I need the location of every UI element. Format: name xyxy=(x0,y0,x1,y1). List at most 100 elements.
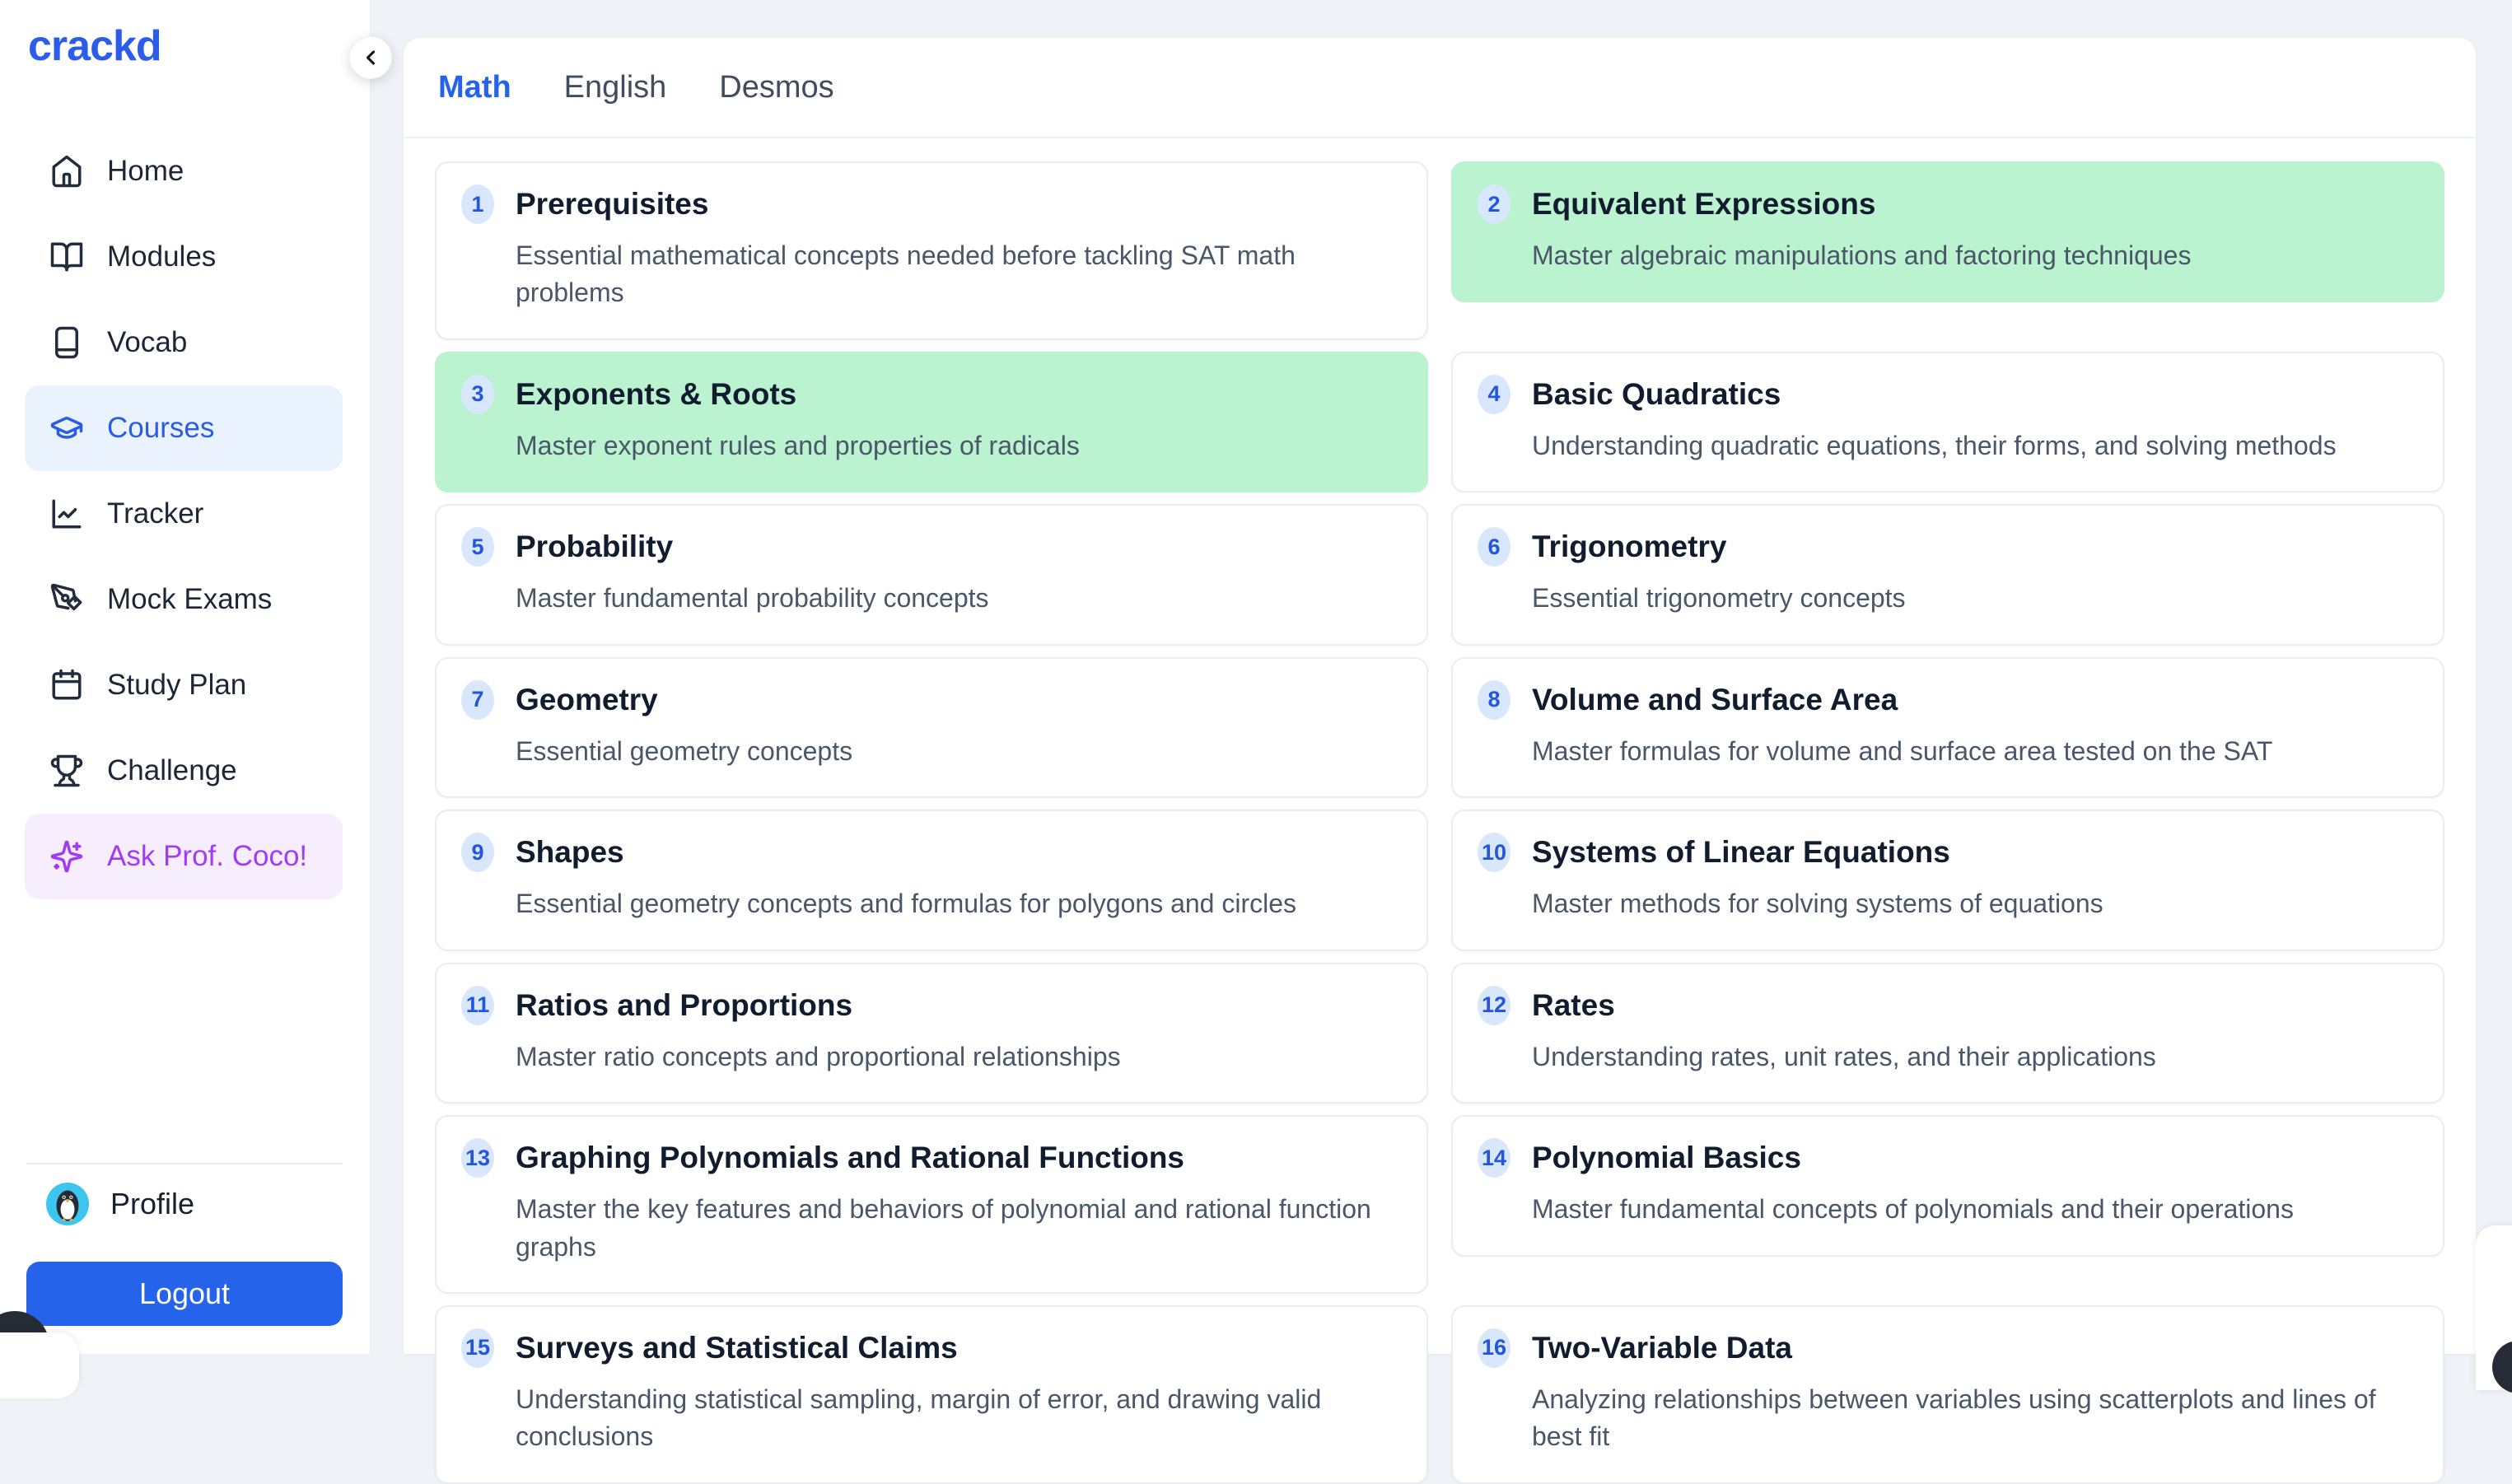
course-number-badge: 5 xyxy=(461,527,494,567)
course-title: Shapes xyxy=(516,835,624,870)
course-number-badge: 12 xyxy=(1478,986,1510,1025)
sidebar-item-challenge[interactable]: Challenge xyxy=(25,728,343,814)
course-card-5[interactable]: 5Probability Master fundamental probabil… xyxy=(435,504,1428,645)
course-card-13[interactable]: 13 Graphing Polynomials and Rational Func… xyxy=(435,1115,1428,1294)
course-title: Surveys and Statistical Claims xyxy=(516,1331,958,1365)
course-grid: 1Prerequisites Essential mathematical co… xyxy=(404,138,2476,1484)
course-card-1[interactable]: 1Prerequisites Essential mathematical co… xyxy=(435,161,1428,340)
course-card-14[interactable]: 14 Polynomial Basics Master fundamental c… xyxy=(1451,1115,2444,1256)
course-title: Two-Variable Data xyxy=(1532,1331,1792,1365)
course-title: Ratios and Proportions xyxy=(516,988,852,1023)
calendar-icon xyxy=(49,668,84,702)
tab-english[interactable]: English xyxy=(564,70,667,105)
course-description: Essential mathematical concepts needed b… xyxy=(516,237,1402,312)
course-number-badge: 15 xyxy=(461,1328,494,1368)
course-title: Graphing Polynomials and Rational Functi… xyxy=(516,1141,1184,1175)
course-title: Exponents & Roots xyxy=(516,377,796,412)
sidebar-collapse-button[interactable] xyxy=(349,36,392,79)
course-description: Master methods for solving systems of eq… xyxy=(1532,885,2418,922)
course-number-badge: 10 xyxy=(1478,833,1510,872)
app-logo: crackd xyxy=(28,21,161,71)
tab-desmos[interactable]: Desmos xyxy=(719,70,833,105)
sidebar-item-mock-exams[interactable]: Mock Exams xyxy=(25,557,343,642)
course-card-7[interactable]: 7 Geometry Essential geometry concepts xyxy=(435,657,1428,798)
sidebar-nav: Home Modules Vocab Courses Tracker xyxy=(25,128,343,899)
chevron-left-icon xyxy=(359,46,382,69)
profile-button[interactable]: Profile xyxy=(46,1182,194,1226)
sidebar-item-tracker[interactable]: Tracker xyxy=(25,471,343,557)
course-description: Essential geometry concepts xyxy=(516,733,1402,770)
chart-line-icon xyxy=(49,497,84,531)
course-title: Polynomial Basics xyxy=(1532,1141,1801,1175)
course-description: Master exponent rules and properties of … xyxy=(516,427,1402,464)
course-card-3[interactable]: 3 Exponents & Roots Master exponent rules… xyxy=(435,352,1428,492)
book-icon xyxy=(49,325,84,360)
pen-tool-icon xyxy=(49,582,84,617)
profile-label: Profile xyxy=(110,1187,194,1221)
course-number-badge: 11 xyxy=(461,986,494,1025)
course-title: Geometry xyxy=(516,683,658,717)
course-number-badge: 6 xyxy=(1478,527,1510,567)
logout-button[interactable]: Logout xyxy=(26,1262,343,1326)
course-card-11[interactable]: 11 Ratios and Proportions Master ratio co… xyxy=(435,963,1428,1104)
sidebar-item-label: Tracker xyxy=(107,497,203,530)
course-card-10[interactable]: 10 Systems of Linear Equations Master met… xyxy=(1451,810,2444,950)
course-title: Systems of Linear Equations xyxy=(1532,835,1950,870)
course-title: Basic Quadratics xyxy=(1532,377,1781,412)
course-card-12[interactable]: 12 Rates Understanding rates, unit rates,… xyxy=(1451,963,2444,1104)
course-number-badge: 2 xyxy=(1478,184,1510,224)
course-number-badge: 4 xyxy=(1478,375,1510,414)
sidebar-item-home[interactable]: Home xyxy=(25,128,343,214)
course-description: Essential trigonometry concepts xyxy=(1532,580,2418,617)
sidebar-item-label: Challenge xyxy=(107,754,237,787)
course-number-badge: 13 xyxy=(461,1138,494,1178)
course-number-badge: 8 xyxy=(1478,680,1510,720)
sidebar-item-vocab[interactable]: Vocab xyxy=(25,300,343,385)
course-card-6[interactable]: 6 Trigonometry Essential trigonometry con… xyxy=(1451,504,2444,645)
course-description: Understanding quadratic equations, their… xyxy=(1532,427,2418,464)
book-open-icon xyxy=(49,240,84,274)
trophy-icon xyxy=(49,754,84,788)
sidebar-item-modules[interactable]: Modules xyxy=(25,214,343,300)
course-title: Equivalent Expressions xyxy=(1532,187,1875,222)
course-card-16[interactable]: 16 Two-Variable Data Analyzing relationsh… xyxy=(1451,1305,2444,1484)
course-description: Master fundamental concepts of polynomia… xyxy=(1532,1191,2418,1228)
course-card-4[interactable]: 4 Basic Quadratics Understanding quadrati… xyxy=(1451,352,2444,492)
graduation-cap-icon xyxy=(49,411,84,446)
course-description: Master ratio concepts and proportional r… xyxy=(516,1038,1402,1076)
course-description: Master the key features and behaviors of… xyxy=(516,1191,1402,1266)
course-title: Volume and Surface Area xyxy=(1532,683,1898,717)
course-description: Master formulas for volume and surface a… xyxy=(1532,733,2418,770)
sidebar-item-label: Courses xyxy=(107,412,214,445)
sidebar-item-label: Modules xyxy=(107,240,216,273)
sidebar: crackd Home Modules Vocab Courses xyxy=(0,0,371,1354)
course-description: Master fundamental probability concepts xyxy=(516,580,1402,617)
tab-math[interactable]: Math xyxy=(438,70,511,105)
sidebar-item-study-plan[interactable]: Study Plan xyxy=(25,642,343,728)
sidebar-item-label: Home xyxy=(107,155,184,188)
sidebar-item-ask-prof-coco[interactable]: Ask Prof. Coco! xyxy=(25,814,343,899)
sidebar-item-label: Study Plan xyxy=(107,669,246,702)
course-number-badge: 7 xyxy=(461,680,494,720)
course-card-9[interactable]: 9Shapes Essential geometry concepts and … xyxy=(435,810,1428,950)
subject-tabs: Math English Desmos xyxy=(404,38,2476,138)
sidebar-divider xyxy=(26,1163,343,1164)
sidebar-item-label: Vocab xyxy=(107,326,187,359)
course-title: Trigonometry xyxy=(1532,530,1726,564)
course-description: Understanding rates, unit rates, and the… xyxy=(1532,1038,2418,1076)
sidebar-item-label: Ask Prof. Coco! xyxy=(107,840,307,873)
course-number-badge: 3 xyxy=(461,375,494,414)
course-card-15[interactable]: 15Surveys and Statistical Claims Underst… xyxy=(435,1305,1428,1484)
course-card-8[interactable]: 8 Volume and Surface Area Master formulas… xyxy=(1451,657,2444,798)
course-number-badge: 14 xyxy=(1478,1138,1510,1178)
course-description: Analyzing relationships between variable… xyxy=(1532,1381,2418,1456)
sparkles-icon xyxy=(49,839,84,874)
sidebar-item-courses[interactable]: Courses xyxy=(25,385,343,471)
course-number-badge: 16 xyxy=(1478,1328,1510,1368)
course-title: Rates xyxy=(1532,988,1615,1023)
course-card-2[interactable]: 2 Equivalent Expressions Master algebraic… xyxy=(1451,161,2444,302)
floating-widget-bottom-left xyxy=(0,1332,79,1398)
penguin-avatar xyxy=(46,1183,89,1225)
course-description: Master algebraic manipulations and facto… xyxy=(1532,237,2418,274)
main-panel: Math English Desmos 1Prerequisites Essen… xyxy=(404,38,2476,1354)
